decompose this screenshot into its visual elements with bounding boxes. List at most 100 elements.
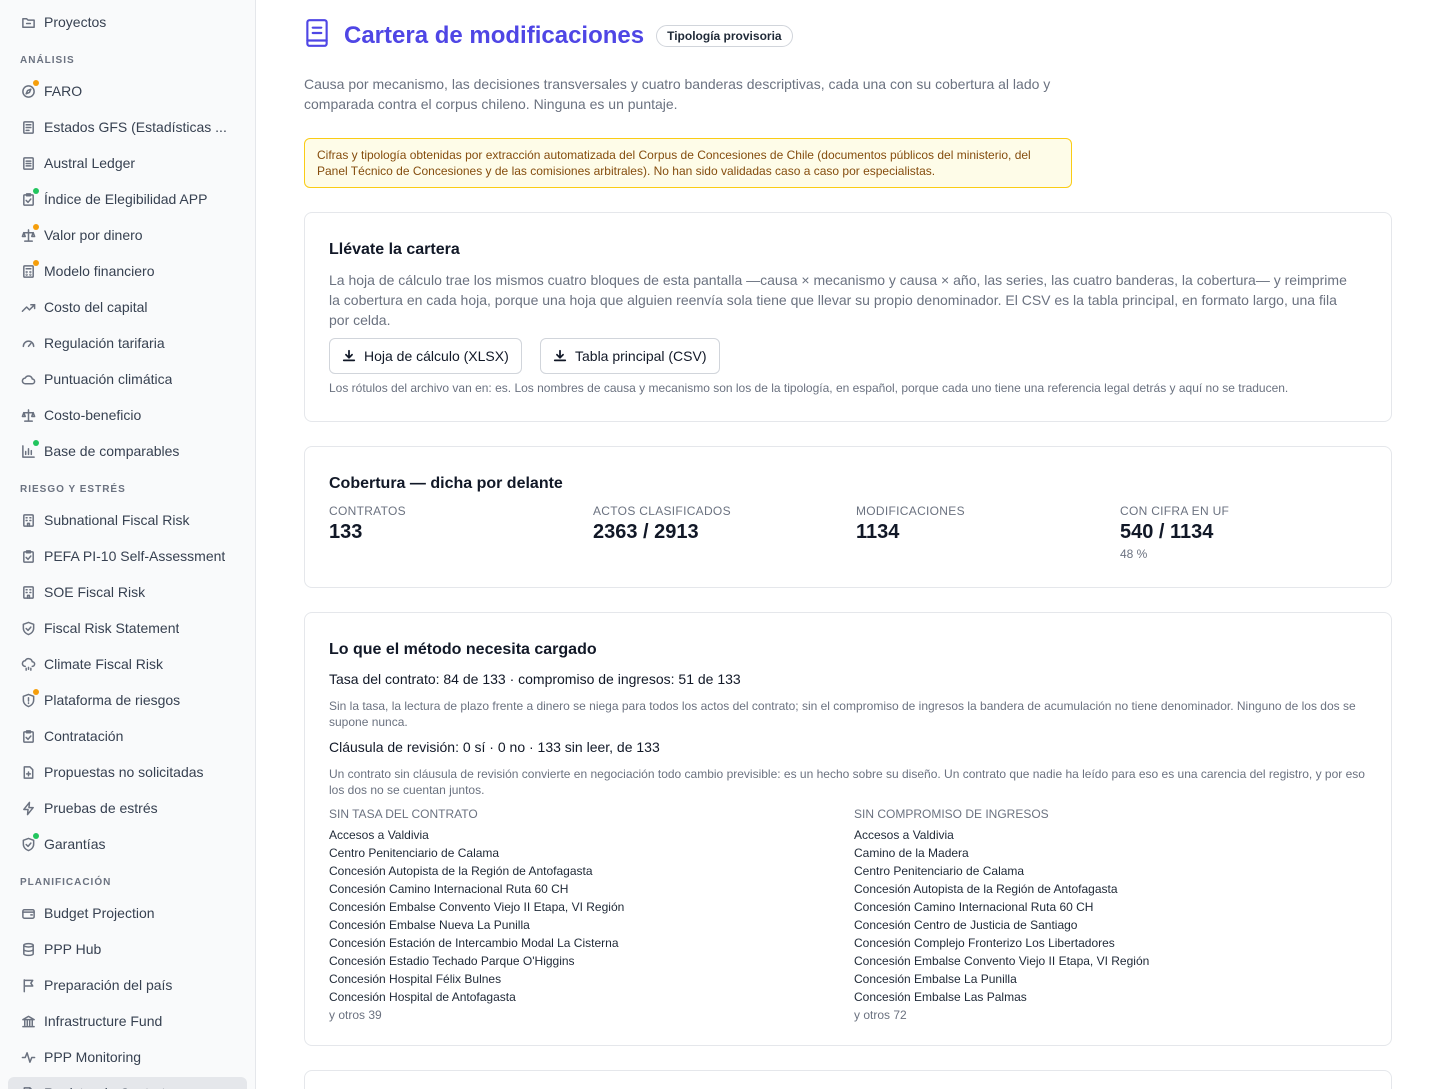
sidebar-item[interactable]: Infrastructure Fund	[8, 1005, 247, 1037]
sidebar-item-label: Propuestas no solicitadas	[44, 764, 204, 780]
sidebar-item-label: PPP Monitoring	[44, 1049, 142, 1065]
clipboard-check-icon	[20, 188, 39, 207]
revision-note: Un contrato sin cláusula de revisión con…	[329, 767, 1365, 797]
sidebar-item[interactable]: PPP Hub	[8, 933, 247, 965]
sidebar-item[interactable]: Modelo financiero	[8, 255, 247, 287]
status-dot	[33, 188, 39, 194]
calculator-icon	[20, 260, 39, 279]
sidebar-item[interactable]: Contratación	[8, 720, 247, 752]
sidebar-item-label: Pruebas de estrés	[44, 800, 158, 816]
coverage-card-title: Cobertura — dicha por delante	[329, 475, 563, 492]
stat-value: 2363 / 2913	[593, 521, 699, 543]
sidebar-item[interactable]: Garantías	[8, 828, 247, 860]
sidebar-item[interactable]: Subnational Fiscal Risk	[8, 504, 247, 536]
sidebar-item-label: Fiscal Risk Statement	[44, 620, 180, 636]
stat-uf-figures: CON CIFRA EN UF 540 / 1134 48 %	[1120, 504, 1229, 561]
sidebar-item[interactable]: Costo del capital	[8, 291, 247, 323]
folder-icon	[20, 14, 36, 30]
wallet-icon	[20, 905, 36, 921]
sidebar-item[interactable]: Índice de Elegibilidad APP	[8, 183, 247, 215]
sidebar-item-label: Base de comparables	[44, 443, 180, 459]
sidebar-item[interactable]: Climate Fiscal Risk	[8, 648, 247, 680]
sidebar-item[interactable]: Propuestas no solicitadas	[8, 756, 247, 788]
sidebar-item[interactable]: FARO	[8, 75, 247, 107]
sidebar-item-label: Registro de Contratos	[44, 1085, 180, 1089]
sidebar-item[interactable]: Proyectos	[8, 6, 247, 38]
sidebar-item[interactable]: Fiscal Risk Statement	[8, 612, 247, 644]
sidebar-item[interactable]: Regulación tarifaria	[8, 327, 247, 359]
sidebar-item-label: Estados GFS (Estadísticas ...	[44, 119, 227, 135]
trending-up-icon	[20, 299, 36, 315]
sidebar-item[interactable]: PPP Monitoring	[8, 1041, 247, 1073]
gauge-icon	[20, 335, 36, 351]
list-item: Concesión Estación de Intercambio Modal …	[329, 936, 619, 950]
sidebar-item[interactable]: Costo-beneficio	[8, 399, 247, 431]
stat-label: CONTRATOS	[329, 504, 406, 518]
sidebar-section-header: PLANIFICACIÓN	[20, 877, 112, 888]
list-item: Concesión Hospital de Antofagasta	[329, 990, 516, 1004]
list-item: Centro Penitenciario de Calama	[854, 864, 1025, 878]
stat-modifications: MODIFICACIONES 1134	[856, 504, 965, 544]
sidebar-item-label: Budget Projection	[44, 905, 155, 921]
sidebar-item[interactable]: Registro de Contratos	[8, 1077, 247, 1089]
sidebar-item[interactable]: Valor por dinero	[8, 219, 247, 251]
document-icon	[20, 119, 36, 135]
sidebar-item[interactable]: Austral Ledger	[8, 147, 247, 179]
export-card-title: Llévate la cartera	[329, 241, 460, 258]
sidebar-item-label: PEFA PI-10 Self-Assessment	[44, 548, 226, 564]
list-item: Camino de la Madera	[854, 846, 969, 860]
file-plus-icon	[20, 764, 36, 780]
bank-icon	[20, 1013, 36, 1029]
list-header: SIN TASA DEL CONTRATO	[329, 807, 478, 821]
sidebar-item-label: Plataforma de riesgos	[44, 692, 181, 708]
sidebar-item[interactable]: Base de comparables	[8, 435, 247, 467]
clipboard-check-icon	[20, 728, 36, 744]
sidebar-item-label: Regulación tarifaria	[44, 335, 165, 351]
status-dot	[33, 224, 39, 230]
sidebar-item-label: Proyectos	[44, 14, 107, 30]
flag-icon	[20, 977, 36, 993]
sidebar-item-label: Contratación	[44, 728, 124, 744]
download-xlsx-button[interactable]: Hoja de cálculo (XLSX)	[329, 338, 522, 374]
stat-value: 133	[329, 521, 363, 543]
scale-icon	[20, 224, 39, 243]
sidebar-item[interactable]: SOE Fiscal Risk	[8, 576, 247, 608]
sidebar: Proyectos ANÁLISIS FARO Estados GFS (Estadí…	[0, 0, 256, 1089]
stat-value: 540 / 1134	[1120, 521, 1214, 543]
clipboard-check-icon	[20, 548, 36, 564]
sidebar-item-label: Modelo financiero	[44, 263, 155, 279]
list-item: Concesión Estadio Techado Parque O'Higgi…	[329, 954, 575, 968]
export-card: Llévate la cartera La hoja de cálculo tr…	[304, 212, 1392, 422]
no-revenue-list: SIN COMPROMISO DE INGRESOS Accesos a Vald…	[854, 806, 1354, 1024]
sidebar-item[interactable]: Preparación del país	[8, 969, 247, 1001]
cloud-rain-icon	[20, 656, 36, 672]
method-card-title: Lo que el método necesita cargado	[329, 641, 597, 658]
sidebar-item[interactable]: Puntuación climática	[8, 363, 247, 395]
sidebar-item-label: FARO	[44, 83, 83, 99]
sidebar-item-label: Costo del capital	[44, 299, 148, 315]
cloud-icon	[20, 371, 36, 387]
database-icon	[20, 941, 36, 957]
list-more: y otros 72	[854, 1008, 907, 1022]
sidebar-item[interactable]: Estados GFS (Estadísticas ...	[8, 111, 247, 143]
status-dot	[33, 440, 39, 446]
list-item: Concesión Embalse La Punilla	[854, 972, 1017, 986]
stat-label: CON CIFRA EN UF	[1120, 504, 1230, 518]
shield-alert-icon	[20, 689, 39, 708]
activity-icon	[20, 1049, 36, 1065]
sidebar-item-label: Garantías	[44, 836, 106, 852]
sidebar-item[interactable]: PEFA PI-10 Self-Assessment	[8, 540, 247, 572]
sidebar-item-label: Costo-beneficio	[44, 407, 142, 423]
scale-icon	[20, 407, 36, 423]
sidebar-item-label: Índice de Elegibilidad APP	[44, 191, 208, 207]
sidebar-item[interactable]: Plataforma de riesgos	[8, 684, 247, 716]
compass-icon	[20, 80, 39, 99]
download-csv-button[interactable]: Tabla principal (CSV)	[540, 338, 720, 374]
shield-icon	[20, 833, 39, 852]
sidebar-item[interactable]: Pruebas de estrés	[8, 792, 247, 824]
sidebar-item[interactable]: Budget Projection	[8, 897, 247, 929]
sidebar-section-header: ANÁLISIS	[20, 55, 75, 66]
list-item: Concesión Hospital Félix Bulnes	[329, 972, 502, 986]
next-card	[304, 1070, 1392, 1089]
building-icon	[20, 584, 36, 600]
